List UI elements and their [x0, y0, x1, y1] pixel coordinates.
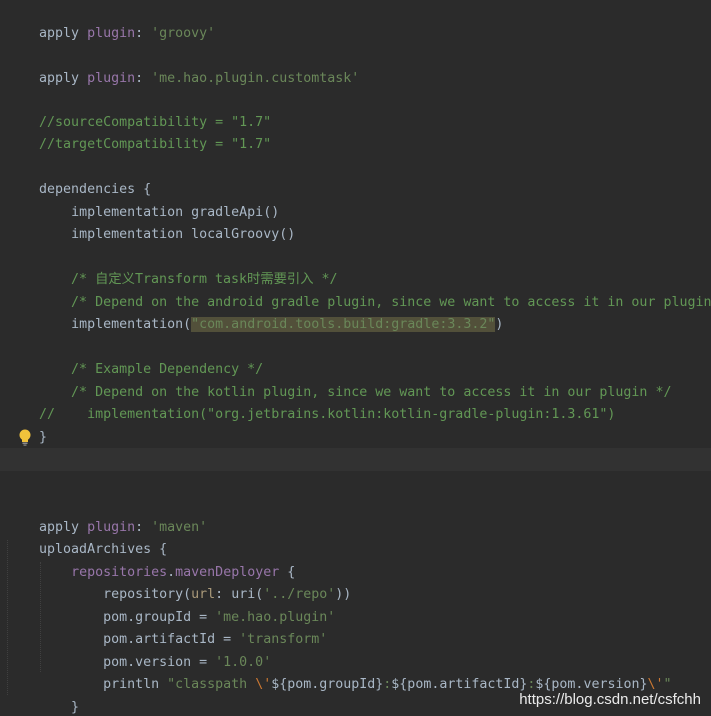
code-line[interactable]: pom.groupId = 'me.hao.plugin' — [0, 584, 711, 625]
code-token: implementation( — [71, 316, 192, 332]
code-line[interactable]: // implementation("org.jetbrains.kotlin:… — [0, 381, 711, 422]
code-line[interactable]: //targetCompatibility = "1.7" — [0, 111, 711, 152]
code-line[interactable]: apply plugin: 'groovy' — [0, 0, 711, 41]
code-line[interactable]: uploadArchives { — [0, 516, 711, 557]
code-line[interactable]: implementation("com.android.tools.build:… — [0, 291, 711, 332]
code-line[interactable]: /* Depend on the kotlin plugin, since we… — [0, 359, 711, 400]
code-editor[interactable]: apply plugin: 'groovy' apply plugin: 'me… — [0, 0, 711, 716]
code-token: plugin — [87, 25, 136, 41]
code-token: : — [135, 70, 152, 86]
code-line[interactable]: apply plugin: 'maven' — [0, 494, 711, 535]
code-line[interactable]: //sourceCompatibility = "1.7" — [0, 89, 711, 130]
watermark: https://blog.csdn.net/csfchh — [519, 691, 701, 708]
code-token: implementation localGroovy() — [71, 226, 296, 242]
code-line[interactable]: } — [0, 404, 711, 445]
code-token: 'groovy' — [151, 25, 216, 41]
code-token: apply — [39, 70, 80, 86]
code-line[interactable]: implementation localGroovy() — [0, 201, 711, 242]
code-token: } — [39, 429, 48, 445]
code-line[interactable]: implementation gradleApi() — [0, 179, 711, 220]
code-line[interactable]: repository(url: uri('../repo')) — [0, 561, 711, 602]
code-line[interactable]: /* Example Dependency */ — [0, 336, 711, 377]
code-line[interactable]: println "classpath \'${pom.groupId}:${po… — [0, 651, 711, 692]
comment-text: //targetCompatibility = "1.7" — [39, 136, 272, 152]
code-token: : — [135, 25, 152, 41]
code-line[interactable]: pom.version = '1.0.0' — [0, 629, 711, 670]
code-token: plugin — [87, 70, 136, 86]
current-line[interactable] — [0, 448, 711, 471]
code-line[interactable]: apply plugin: 'me.hao.plugin.customtask' — [0, 45, 711, 86]
code-line[interactable]: /* Depend on the android gradle plugin, … — [0, 269, 711, 310]
code-token: 'me.hao.plugin.customtask' — [151, 70, 360, 86]
code-line[interactable]: pom.artifactId = 'transform' — [0, 606, 711, 647]
code-token: apply — [39, 25, 80, 41]
code-token: ) — [495, 316, 504, 332]
code-line[interactable]: dependencies { — [0, 156, 711, 197]
code-line[interactable]: repositories.mavenDeployer { — [0, 539, 711, 580]
code-line[interactable]: /* 自定义Transform task时需要引入 */ — [0, 246, 711, 287]
highlighted-string: "com.android.tools.build:gradle:3.3.2" — [191, 316, 496, 332]
lightbulb-icon[interactable] — [17, 428, 33, 446]
